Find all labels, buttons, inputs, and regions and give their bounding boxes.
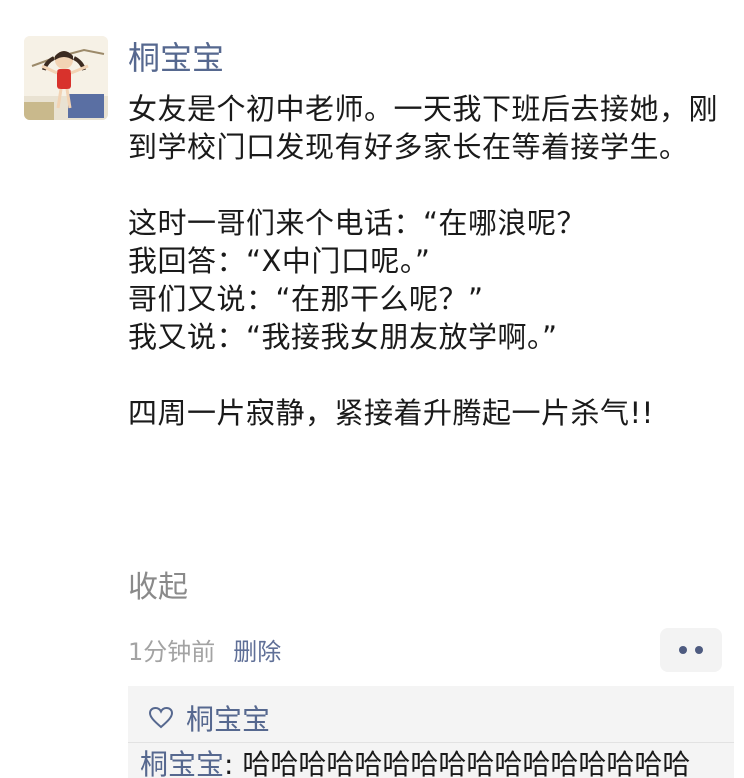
post-paragraph: 我回答：“X中门口呢。” <box>128 244 431 278</box>
divider <box>128 742 734 743</box>
avatar[interactable] <box>24 36 108 120</box>
post-paragraph: 四周一片寂静，紧接着升腾起一片杀气!! <box>128 396 654 430</box>
likes-comments-panel: 桐宝宝 桐宝宝: 哈哈哈哈哈哈哈哈哈哈哈哈哈哈哈哈 <box>128 686 734 778</box>
like-user-name[interactable]: 桐宝宝 <box>186 698 270 738</box>
comment-item[interactable]: 桐宝宝: 哈哈哈哈哈哈哈哈哈哈哈哈哈哈哈哈 <box>140 746 690 778</box>
comment-text: : 哈哈哈哈哈哈哈哈哈哈哈哈哈哈哈哈 <box>224 748 691 778</box>
more-options-button[interactable] <box>660 628 722 672</box>
timestamp: 1分钟前 <box>128 638 216 666</box>
post-paragraph: 女友是个初中老师。一天我下班后去接她，刚到学校门口发现有好多家长在等着接学生。 <box>128 92 719 164</box>
cartoon-girl-avatar-image <box>24 36 108 120</box>
delete-link[interactable]: 删除 <box>233 632 281 672</box>
post-meta: 1分钟前 删除 <box>128 632 281 672</box>
post-paragraph: 我又说：“我接我女朋友放学啊。” <box>128 320 558 354</box>
likes-row: 桐宝宝 <box>148 700 270 736</box>
collapse-link[interactable]: 收起 <box>128 566 188 610</box>
post-paragraph: 哥们又说：“在那干么呢？” <box>128 282 484 316</box>
comment-author[interactable]: 桐宝宝 <box>140 748 224 778</box>
more-dot-icon <box>695 646 703 654</box>
post-content: 女友是个初中老师。一天我下班后去接她，刚到学校门口发现有好多家长在等着接学生。 … <box>128 90 728 432</box>
more-dot-icon <box>679 646 687 654</box>
post-paragraph: 这时一哥们来个电话：“在哪浪呢？ <box>128 206 587 240</box>
heart-outline-icon <box>148 706 174 729</box>
author-name[interactable]: 桐宝宝 <box>128 36 224 80</box>
